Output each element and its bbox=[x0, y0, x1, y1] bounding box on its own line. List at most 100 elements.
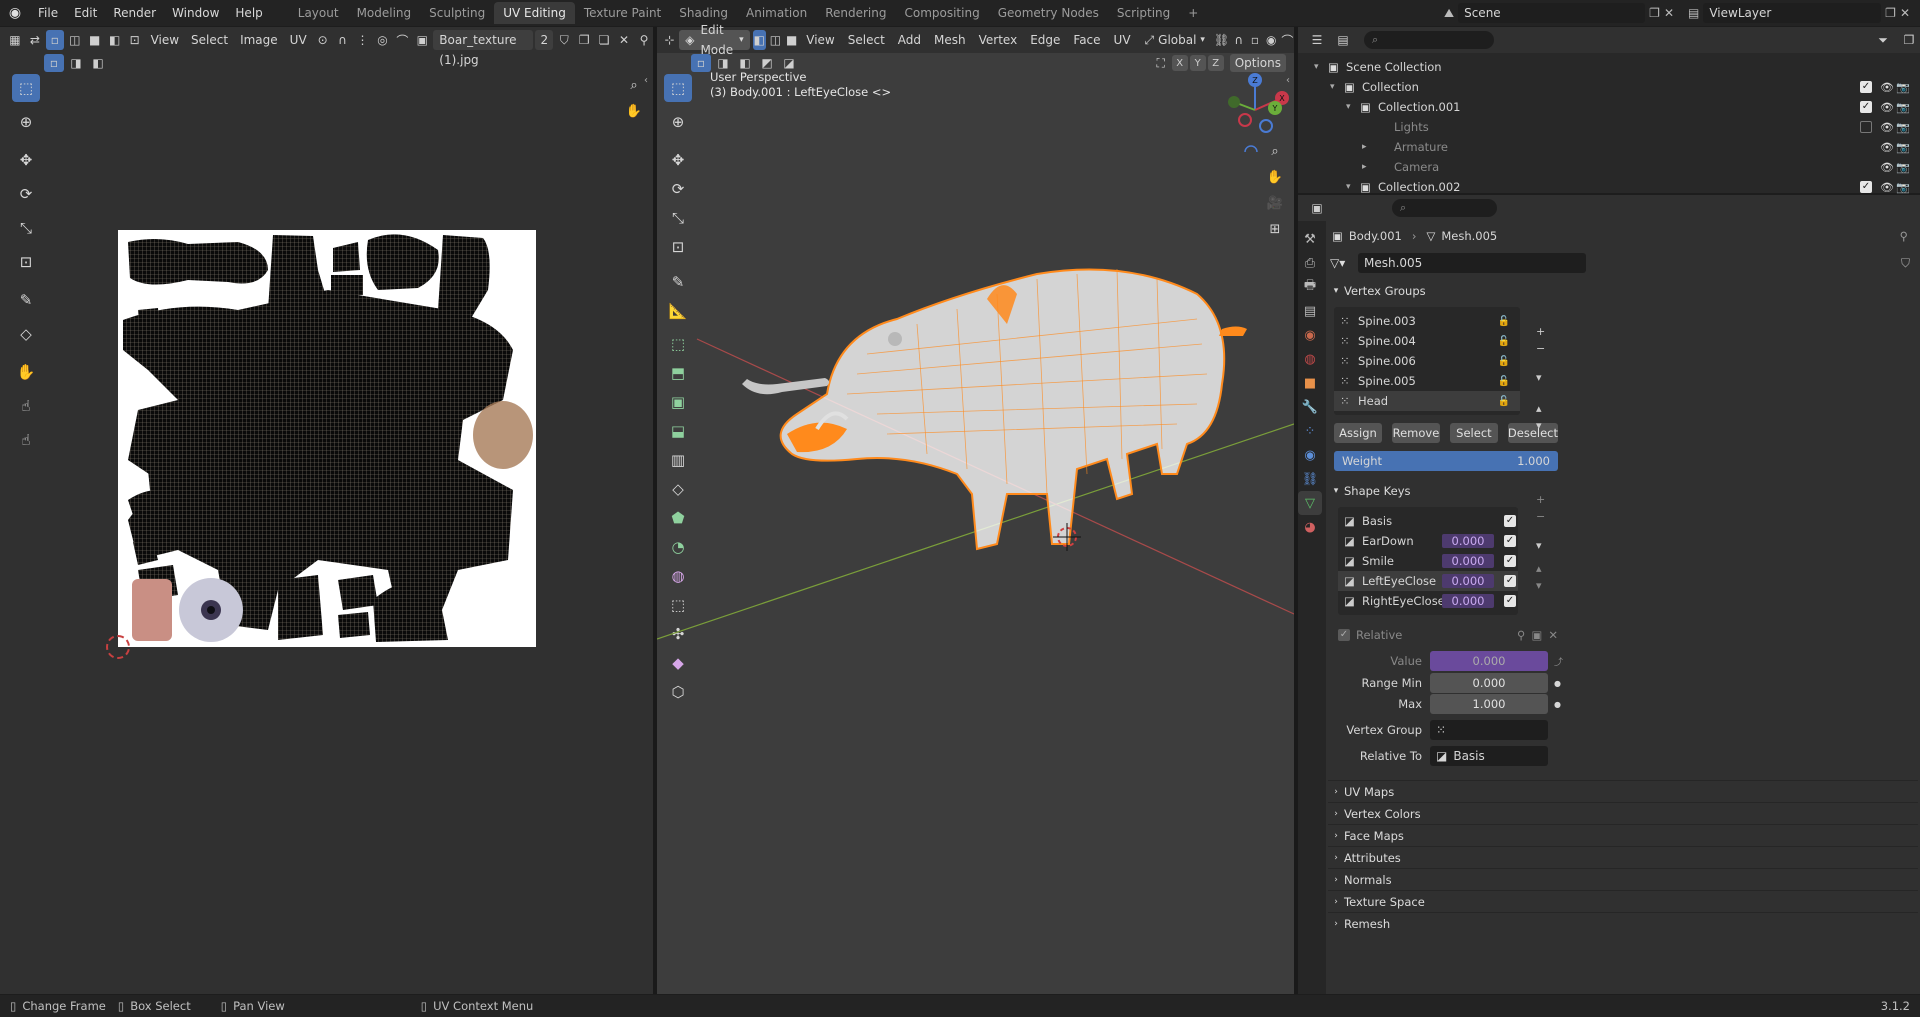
pin-icon[interactable]: ⚲ bbox=[635, 30, 653, 50]
modifier-tab-icon[interactable]: 🔧 bbox=[1298, 395, 1322, 419]
falloff-icon[interactable]: ⌒ bbox=[393, 30, 411, 50]
shape-key-value[interactable]: 0.000 bbox=[1442, 594, 1494, 608]
select-box-tool-icon[interactable]: ⬚ bbox=[12, 74, 40, 102]
expand-arrow-icon[interactable]: ▸ bbox=[1362, 162, 1376, 172]
expand-arrow-icon[interactable]: ▾ bbox=[1346, 182, 1360, 192]
collapsed-panel-header[interactable]: › Remesh bbox=[1328, 912, 1918, 934]
vertex-select-icon[interactable]: ▫ bbox=[45, 30, 64, 50]
unlink-image-icon[interactable]: ✕ bbox=[615, 30, 633, 50]
material-tab-icon[interactable]: ◕ bbox=[1298, 515, 1322, 539]
scale-tool-icon[interactable]: ⤡ bbox=[12, 214, 40, 242]
tab-uv-editing[interactable]: UV Editing bbox=[494, 2, 575, 24]
uv-editor[interactable]: ▦ ⇄ ▫ ◫ ■ ◧ ⊡ View Select Image UV ⊙ ∩ ⋮… bbox=[0, 27, 653, 994]
move-tool-icon[interactable]: ✥ bbox=[12, 146, 40, 174]
fake-user-shield-icon[interactable]: ⛉ bbox=[1901, 256, 1910, 271]
image-browse-icon[interactable]: ▣ bbox=[413, 30, 431, 50]
particles-tab-icon[interactable]: ⁘ bbox=[1298, 419, 1322, 443]
vp-select-new-icon[interactable]: ▫ bbox=[691, 54, 711, 72]
open-image-icon[interactable]: ❏ bbox=[595, 30, 613, 50]
new-view-layer-icon[interactable]: ❐ bbox=[1885, 6, 1896, 20]
render-tab-icon[interactable]: ⎙ bbox=[1298, 251, 1322, 275]
shape-key-value[interactable]: 0.000 bbox=[1442, 554, 1494, 568]
scene-selector[interactable]: ⛰ Scene ❐ ✕ bbox=[1444, 3, 1674, 23]
shape-key-item[interactable]: ◪ EarDown 0.000 ✓ bbox=[1338, 531, 1518, 551]
proportional-falloff-icon[interactable]: ⌒ bbox=[1281, 30, 1294, 50]
render-camera-icon[interactable]: 📷 bbox=[1896, 81, 1914, 94]
lock-icon[interactable]: 🔓 bbox=[1498, 336, 1510, 347]
tool-tab-icon[interactable]: ⚒ bbox=[1298, 227, 1322, 251]
shape-key-value[interactable]: 0.000 bbox=[1442, 534, 1494, 548]
collapsed-panel-header[interactable]: › Normals bbox=[1328, 868, 1918, 890]
image-name-field[interactable]: Boar_texture (1).jpg bbox=[433, 30, 534, 67]
options-dropdown[interactable]: Options bbox=[1229, 54, 1286, 72]
shape-keys-list[interactable]: ◪ Basis ✓ ◪ EarDown 0.000 ✓ ◪ Smile 0.000 ✓ ◪ LeftEy… bbox=[1338, 507, 1518, 615]
range-min-field[interactable]: 0.000 bbox=[1430, 673, 1548, 693]
new-scene-icon[interactable]: ❐ bbox=[1649, 6, 1660, 20]
constraints-tab-icon[interactable]: ⛓ bbox=[1298, 467, 1322, 491]
sync-selection-icon[interactable]: ⇄ bbox=[26, 30, 44, 50]
lock-icon[interactable]: 🔓 bbox=[1498, 376, 1510, 387]
mode-selector[interactable]: ◈ Edit Mode ▾ bbox=[679, 23, 750, 57]
tab-texture-paint[interactable]: Texture Paint bbox=[575, 2, 670, 24]
pin-properties-icon[interactable]: ⚲ bbox=[1900, 229, 1908, 243]
shape-key-value-field[interactable]: 0.000 bbox=[1430, 651, 1548, 671]
tab-scripting[interactable]: Scripting bbox=[1108, 2, 1179, 24]
remove-vertex-group-icon[interactable]: − bbox=[1536, 342, 1545, 355]
deselect-button[interactable]: Deselect bbox=[1507, 423, 1559, 443]
shape-key-item[interactable]: ◪ Smile 0.000 ✓ bbox=[1338, 551, 1518, 571]
transform-tool-icon[interactable]: ⊡ bbox=[12, 248, 40, 276]
vp-menu-edge[interactable]: Edge bbox=[1025, 30, 1065, 50]
view-layer-tab-icon[interactable]: ▤ bbox=[1298, 299, 1322, 323]
expand-arrow-icon[interactable]: ▸ bbox=[1362, 142, 1376, 152]
viewport-editor-type-icon[interactable]: ⊹ bbox=[663, 30, 676, 50]
outliner-editor-type-icon[interactable]: ☰ bbox=[1306, 30, 1328, 50]
island-select-icon[interactable]: ◧ bbox=[106, 30, 124, 50]
vp-menu-add[interactable]: Add bbox=[893, 30, 926, 50]
vertex-group-item[interactable]: ⁙ Head 🔓 bbox=[1334, 391, 1520, 411]
new-collection-icon[interactable]: ❐ bbox=[1898, 30, 1920, 50]
vertex-group-item[interactable]: ⁙ Spine.003 🔓 bbox=[1334, 311, 1520, 331]
menu-edit[interactable]: Edit bbox=[66, 2, 105, 24]
snap-element-icon[interactable]: ▫ bbox=[1248, 30, 1261, 50]
uv-menu-select[interactable]: Select bbox=[186, 30, 233, 50]
vp-menu-face[interactable]: Face bbox=[1068, 30, 1105, 50]
shape-key-mute-checkbox[interactable]: ✓ bbox=[1504, 535, 1516, 547]
edge-select-icon[interactable]: ◫ bbox=[66, 30, 84, 50]
outliner-row[interactable]: ▸ Armature 👁 📷 bbox=[1298, 137, 1920, 157]
delete-scene-icon[interactable]: ✕ bbox=[1664, 6, 1674, 20]
collapsed-panel-header[interactable]: › UV Maps bbox=[1328, 780, 1918, 802]
outliner[interactable]: ☰ ▤ ⌕ ⏷ ❐ ▾ ▣ Scene Collection ▾ ▣ Collection… bbox=[1298, 27, 1920, 194]
add-vertex-group-icon[interactable]: + bbox=[1536, 325, 1545, 338]
vertex-group-item[interactable]: ⁙ Spine.004 🔓 bbox=[1334, 331, 1520, 351]
vp-menu-mesh[interactable]: Mesh bbox=[929, 30, 971, 50]
tab-rendering[interactable]: Rendering bbox=[816, 2, 895, 24]
display-mode-icon[interactable]: ▤ bbox=[1332, 30, 1354, 50]
viewport-snap-icon[interactable]: ∩ bbox=[1232, 30, 1245, 50]
expand-arrow-icon[interactable]: ▾ bbox=[1346, 102, 1360, 112]
tab-modeling[interactable]: Modeling bbox=[348, 2, 421, 24]
shape-key-cage-icon[interactable]: ▣ bbox=[1531, 628, 1542, 642]
menu-render[interactable]: Render bbox=[105, 2, 164, 24]
rip-tool-icon[interactable]: ◇ bbox=[12, 320, 40, 348]
menu-help[interactable]: Help bbox=[227, 2, 270, 24]
relative-checkbox[interactable]: ✓ bbox=[1338, 629, 1350, 641]
uv-pan-hand-icon[interactable]: ✋ bbox=[622, 99, 646, 123]
view-layer-selector[interactable]: ▤ ViewLayer ❐ ✕ bbox=[1688, 3, 1910, 23]
mesh-browse-icon[interactable]: ▽▾ bbox=[1330, 256, 1354, 270]
vertex-groups-panel-header[interactable]: ▾ Vertex Groups bbox=[1328, 279, 1918, 303]
object-data-tab-icon[interactable]: ▽ bbox=[1298, 491, 1322, 515]
grab-tool-icon[interactable]: ✋ bbox=[12, 358, 40, 386]
outliner-row[interactable]: ▾ ▣ Collection.002 ✓ 👁 📷 bbox=[1298, 177, 1920, 197]
relative-to-field[interactable]: ◪ Basis bbox=[1430, 746, 1548, 766]
visibility-eye-icon[interactable]: 👁 bbox=[1880, 141, 1896, 154]
select-button[interactable]: Select bbox=[1449, 423, 1498, 443]
render-camera-icon[interactable]: 📷 bbox=[1896, 161, 1914, 174]
visibility-eye-icon[interactable]: 👁 bbox=[1880, 101, 1896, 114]
vertex-group-field[interactable]: ⁙ bbox=[1430, 720, 1548, 740]
assign-button[interactable]: Assign bbox=[1334, 423, 1382, 443]
properties-search-field[interactable]: ⌕ bbox=[1392, 199, 1497, 217]
cursor-tool-icon[interactable]: ⊕ bbox=[12, 108, 40, 136]
pivot-icon[interactable]: ⊙ bbox=[314, 30, 332, 50]
render-camera-icon[interactable]: 📷 bbox=[1896, 141, 1914, 154]
proportional-edit-icon[interactable]: ◎ bbox=[373, 30, 391, 50]
